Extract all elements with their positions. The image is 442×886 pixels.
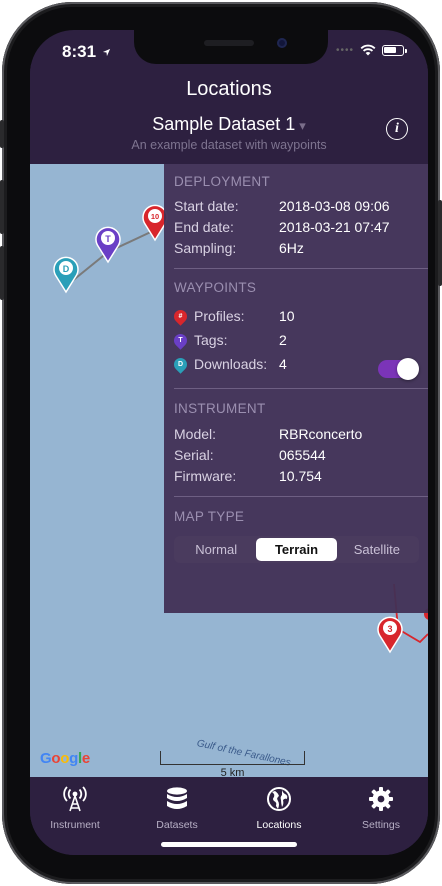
downloads-toggle[interactable] (378, 358, 419, 380)
toggle-knob (397, 358, 419, 380)
segment-terrain[interactable]: Terrain (256, 538, 337, 561)
status-indicators: •••• (335, 44, 407, 56)
info-label: Model: (174, 426, 217, 442)
gear-icon (336, 785, 426, 813)
tab-label: Datasets (156, 819, 198, 831)
marker-glyph: D (177, 361, 184, 368)
waypoint-marker-download[interactable]: D (53, 256, 79, 294)
volume-up-button (0, 180, 4, 234)
info-value: RBRconcerto (279, 426, 363, 442)
segment-normal[interactable]: Normal (176, 538, 256, 561)
marker-label: T (105, 234, 111, 244)
map-scale-label: 5 km (220, 767, 245, 777)
silent-switch (0, 120, 4, 148)
google-logo: Google (40, 750, 90, 767)
info-value: 2018-03-08 09:06 (279, 198, 390, 214)
info-row: Sampling: 6Hz (174, 240, 424, 256)
section-title-waypoints: WAYPOINTS (174, 280, 257, 295)
notch (134, 30, 328, 64)
info-label: Serial: (174, 447, 214, 463)
info-value: 6Hz (279, 240, 304, 256)
google-logo-letter: g (69, 750, 78, 767)
segment-satellite[interactable]: Satellite (337, 538, 417, 561)
marker-glyph: T (178, 337, 183, 344)
screen: 8:31 •••• Locations Sample Dataset 1 ▾ An… (30, 30, 428, 855)
info-value: 10.754 (279, 468, 322, 484)
tab-instrument[interactable]: Instrument (30, 785, 120, 831)
section-title-deployment: DEPLOYMENT (174, 174, 271, 189)
dataset-description: An example dataset with waypoints (131, 138, 327, 152)
info-label: Firmware: (174, 468, 237, 484)
marker-glyph: # (178, 313, 183, 320)
marker-label: 3 (387, 624, 392, 634)
info-value: 2018-03-21 07:47 (279, 219, 390, 235)
info-row: Model: RBRconcerto (174, 426, 424, 442)
globe-icon (234, 785, 324, 813)
power-button (438, 200, 442, 286)
dataset-info-panel: DEPLOYMENT Start date: 2018-03-08 09:06 … (164, 164, 428, 613)
google-logo-letter: G (40, 750, 52, 767)
marker-label: D (63, 264, 70, 274)
info-label: Sampling: (174, 240, 237, 256)
profile-marker-icon: # (171, 307, 190, 326)
dataset-name: Sample Dataset 1 (152, 114, 296, 134)
volume-down-button (0, 246, 4, 300)
chevron-down-icon: ▾ (299, 118, 306, 133)
section-title-instrument: INSTRUMENT (174, 401, 266, 416)
info-label: Start date: (174, 198, 239, 214)
info-label-wrap: T Tags: (171, 331, 279, 350)
info-row-profiles: # Profiles: 10 (171, 307, 424, 326)
location-arrow-icon (102, 48, 110, 57)
google-logo-letter: o (60, 750, 70, 767)
home-indicator[interactable] (161, 842, 297, 847)
map-type-segmented-control: Normal Terrain Satellite (174, 536, 419, 563)
wifi-icon (360, 44, 376, 56)
info-row: Serial: 065544 (174, 447, 424, 463)
dataset-selector[interactable]: Sample Dataset 1 ▾ (30, 114, 428, 135)
section-title-map-type: MAP TYPE (174, 509, 245, 524)
download-marker-icon: D (171, 355, 190, 374)
info-value: 10 (279, 308, 295, 324)
battery-icon (382, 44, 407, 56)
info-value: 065544 (279, 447, 326, 463)
marker-label: 10 (151, 212, 159, 221)
tab-bar: Instrument Datasets Locations Settings (30, 777, 428, 855)
info-label-wrap: D Downloads: (171, 355, 279, 374)
database-icon (132, 785, 222, 813)
divider (174, 268, 428, 269)
nav-header: Locations Sample Dataset 1 ▾ An example d… (30, 64, 428, 164)
info-label: Downloads: (194, 356, 268, 372)
front-camera (277, 38, 287, 48)
info-row-tags: T Tags: 2 (171, 331, 424, 350)
tab-locations[interactable]: Locations (234, 785, 324, 831)
antenna-icon (30, 785, 120, 813)
info-row: Firmware: 10.754 (174, 468, 424, 484)
info-icon[interactable]: i (386, 118, 408, 140)
tab-label: Locations (256, 819, 302, 831)
divider (174, 388, 428, 389)
tab-label: Settings (362, 819, 400, 831)
status-time: 8:31 (62, 42, 111, 62)
speaker-grille (204, 40, 254, 46)
info-label: Profiles: (194, 308, 245, 324)
info-label: End date: (174, 219, 234, 235)
google-logo-letter: e (81, 750, 90, 767)
tag-marker-icon: T (171, 331, 190, 350)
page-title: Locations (186, 78, 272, 100)
info-row: Start date: 2018-03-08 09:06 (174, 198, 424, 214)
waypoint-marker-profile[interactable]: 3 (377, 616, 403, 654)
tab-datasets[interactable]: Datasets (132, 785, 222, 831)
info-label-wrap: # Profiles: (171, 307, 279, 326)
tab-label: Instrument (50, 819, 100, 831)
info-label: Tags: (194, 332, 228, 348)
signal-dots-icon: •••• (335, 44, 354, 56)
tab-settings[interactable]: Settings (336, 785, 426, 831)
map-scale-bar: 5 km (160, 751, 305, 777)
info-value: 4 (279, 356, 287, 372)
divider (174, 496, 428, 497)
info-row: End date: 2018-03-21 07:47 (174, 219, 424, 235)
info-value: 2 (279, 332, 287, 348)
google-logo-letter: o (51, 750, 61, 767)
waypoint-marker-tag[interactable]: T (95, 226, 121, 264)
